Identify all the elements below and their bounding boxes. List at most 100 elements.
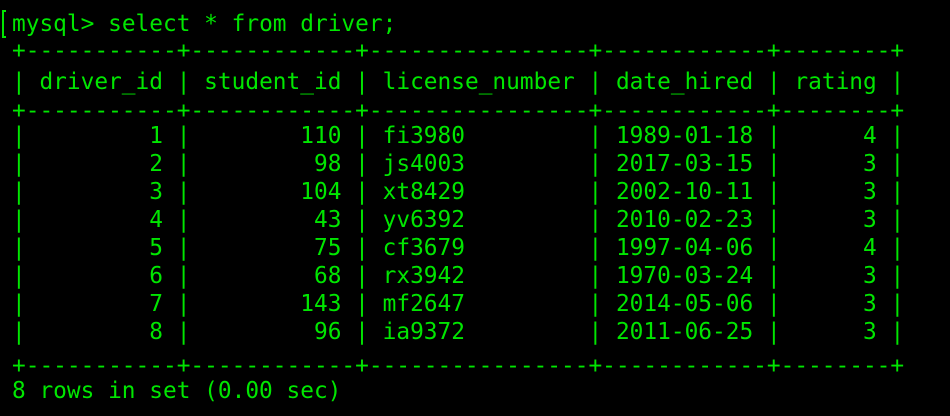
column-separator: |	[176, 291, 191, 317]
cell-driver-id: 5	[25, 235, 177, 261]
column-separator: |	[355, 207, 369, 233]
cell-driver-id: 8	[25, 319, 177, 345]
cell-student-id: 98	[190, 151, 356, 177]
cell-student-id: 68	[190, 263, 356, 289]
cell-license-number: ia9372	[368, 319, 589, 345]
column-separator: |	[12, 235, 26, 261]
column-separator: |	[176, 123, 191, 149]
cell-student-id: 75	[190, 235, 356, 261]
column-separator: |	[355, 291, 369, 317]
cell-license-number: mf2647	[368, 291, 589, 317]
column-separator: |	[766, 151, 781, 177]
column-separator: |	[12, 151, 26, 177]
cell-license-number: cf3679	[368, 235, 589, 261]
cell-rating: 3	[780, 291, 891, 317]
column-separator: |	[176, 151, 191, 177]
header-license-number: license_number	[368, 69, 589, 95]
column-separator: |	[766, 319, 781, 345]
terminal-window[interactable]: mysql> select * from driver; +----------…	[0, 0, 950, 416]
column-separator: |	[890, 263, 905, 289]
sql-command: select * from driver;	[108, 11, 397, 37]
table-row: | 8 | 96 | ia9372 | 2011-06-25 | 3 |	[12, 318, 904, 346]
cell-license-number: rx3942	[368, 263, 589, 289]
cell-student-id: 96	[190, 319, 356, 345]
column-separator: |	[176, 235, 191, 261]
column-separator: |	[890, 69, 905, 95]
column-separator: |	[890, 235, 905, 261]
column-separator: |	[355, 123, 369, 149]
column-separator: |	[890, 151, 905, 177]
column-separator: |	[890, 179, 905, 205]
table-row: | 2 | 98 | js4003 | 2017-03-15 | 3 |	[12, 150, 904, 178]
cell-date-hired: 2017-03-15	[602, 151, 767, 177]
column-separator: |	[12, 263, 26, 289]
column-separator: |	[588, 151, 603, 177]
table-row: | 1 | 110 | fi3980 | 1989-01-18 | 4 |	[12, 122, 904, 150]
cell-date-hired: 1989-01-18	[602, 123, 767, 149]
column-separator: |	[176, 69, 191, 95]
column-separator: |	[588, 123, 603, 149]
cell-date-hired: 2011-06-25	[602, 319, 767, 345]
cell-student-id: 143	[190, 291, 356, 317]
column-separator: |	[890, 291, 905, 317]
cell-rating: 3	[780, 319, 891, 345]
cell-rating: 4	[780, 235, 891, 261]
cell-rating: 4	[780, 123, 891, 149]
column-separator: |	[766, 207, 781, 233]
column-separator: |	[890, 319, 905, 345]
cell-student-id: 110	[190, 123, 356, 149]
column-separator: |	[588, 263, 603, 289]
table-row: | 3 | 104 | xt8429 | 2002-10-11 | 3 |	[12, 178, 904, 206]
column-separator: |	[766, 123, 781, 149]
column-separator: |	[176, 319, 191, 345]
cell-driver-id: 6	[25, 263, 177, 289]
cell-rating: 3	[780, 179, 891, 205]
table-border-top: +-----------+------------+--------------…	[12, 38, 905, 64]
table-row: | 5 | 75 | cf3679 | 1997-04-06 | 4 |	[12, 234, 904, 262]
column-separator: |	[588, 69, 603, 95]
column-separator: |	[355, 69, 369, 95]
column-separator: |	[588, 207, 603, 233]
column-separator: |	[766, 179, 781, 205]
cell-driver-id: 1	[25, 123, 177, 149]
column-separator: |	[355, 235, 369, 261]
column-separator: |	[12, 207, 26, 233]
cell-license-number: yv6392	[368, 207, 589, 233]
column-separator: |	[12, 179, 26, 205]
cell-driver-id: 7	[25, 291, 177, 317]
column-separator: |	[176, 207, 191, 233]
column-separator: |	[588, 319, 603, 345]
cell-driver-id: 2	[25, 151, 177, 177]
header-student-id: student_id	[190, 69, 356, 95]
cell-date-hired: 2010-02-23	[602, 207, 767, 233]
column-separator: |	[12, 319, 26, 345]
cell-date-hired: 2002-10-11	[602, 179, 767, 205]
cell-rating: 3	[780, 151, 891, 177]
cell-student-id: 104	[190, 179, 356, 205]
column-separator: |	[355, 179, 369, 205]
command-line: mysql> select * from driver;	[12, 10, 396, 38]
column-separator: |	[766, 263, 781, 289]
cell-driver-id: 4	[25, 207, 177, 233]
column-separator: |	[766, 291, 781, 317]
column-separator: |	[12, 123, 26, 149]
line-marker	[2, 10, 6, 38]
column-separator: |	[588, 291, 603, 317]
table-row: | 4 | 43 | yv6392 | 2010-02-23 | 3 |	[12, 206, 904, 234]
header-date-hired: date_hired	[602, 69, 767, 95]
cell-rating: 3	[780, 207, 891, 233]
column-separator: |	[355, 151, 369, 177]
cell-driver-id: 3	[25, 179, 177, 205]
column-separator: |	[176, 179, 191, 205]
column-separator: |	[355, 263, 369, 289]
column-separator: |	[176, 263, 191, 289]
cell-license-number: xt8429	[368, 179, 589, 205]
column-separator: |	[12, 69, 26, 95]
mysql-prompt: mysql>	[12, 11, 95, 37]
column-separator: |	[588, 179, 603, 205]
cell-rating: 3	[780, 263, 891, 289]
table-border-header: +-----------+------------+--------------…	[12, 98, 905, 124]
table-border-bottom: +-----------+------------+--------------…	[12, 353, 905, 379]
column-separator: |	[355, 319, 369, 345]
table-header-row: | driver_id | student_id | license_numbe…	[12, 68, 904, 96]
